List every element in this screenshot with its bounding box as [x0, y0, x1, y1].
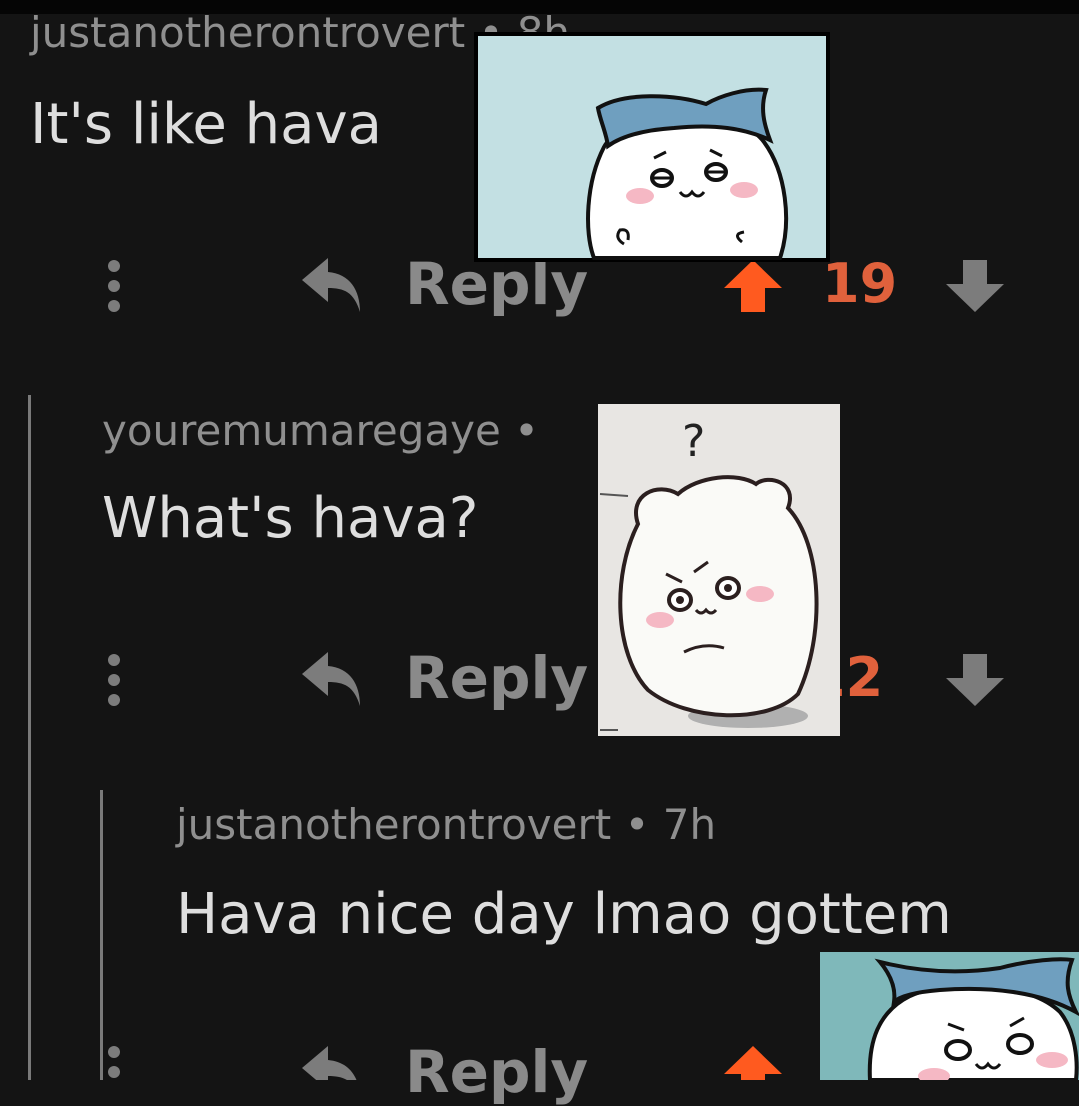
downvote-arrow-icon[interactable]	[944, 258, 1006, 314]
comment-3-reply-label: Reply	[405, 1038, 589, 1106]
comment-2-time: •	[500, 406, 539, 455]
downvote-arrow-icon[interactable]	[944, 652, 1006, 708]
reply-arrow-icon	[302, 652, 360, 706]
hachiware-cropped-illustration	[867, 957, 1079, 1080]
more-vertical-icon[interactable]	[104, 258, 124, 314]
upvote-arrow-icon[interactable]	[722, 1044, 784, 1080]
comment-2-header: youremumaregaye •	[102, 406, 539, 455]
sticker-question-mark: ?	[682, 416, 705, 467]
comment-2-username[interactable]: youremumaregaye	[102, 406, 501, 455]
more-vertical-icon[interactable]	[104, 652, 124, 708]
thread-line-level-2[interactable]	[100, 790, 103, 1080]
comment-1-text: It's like hava	[30, 92, 382, 157]
comment-1-username[interactable]: justanotherontrovert	[30, 8, 465, 57]
comment-3-username[interactable]: justanotherontrovert	[176, 800, 611, 849]
comment-3-header: justanotherontrovert • 7h	[176, 800, 716, 849]
thread-line-level-1[interactable]	[28, 395, 31, 1080]
reply-arrow-icon	[302, 1046, 357, 1080]
reply-arrow-icon	[302, 258, 360, 312]
comment-3-separator: •	[624, 800, 650, 849]
sticker-hachiware-nervous	[474, 32, 830, 262]
more-vertical-icon[interactable]	[104, 1044, 124, 1100]
sticker-chiikawa-confused: ?	[598, 404, 840, 736]
comment-2-text: What's hava?	[102, 486, 479, 551]
sticker-hachiware-smug	[820, 952, 1079, 1080]
comment-1-score: 19	[822, 252, 898, 315]
chiikawa-illustration: ?	[599, 416, 819, 731]
hachiware-illustration	[478, 36, 826, 260]
upvote-arrow-icon[interactable]	[722, 258, 784, 314]
comment-2-reply-label: Reply	[405, 644, 589, 712]
comment-3-text: Hava nice day lmao gottem	[176, 882, 952, 947]
comment-3-time: 7h	[662, 800, 717, 849]
